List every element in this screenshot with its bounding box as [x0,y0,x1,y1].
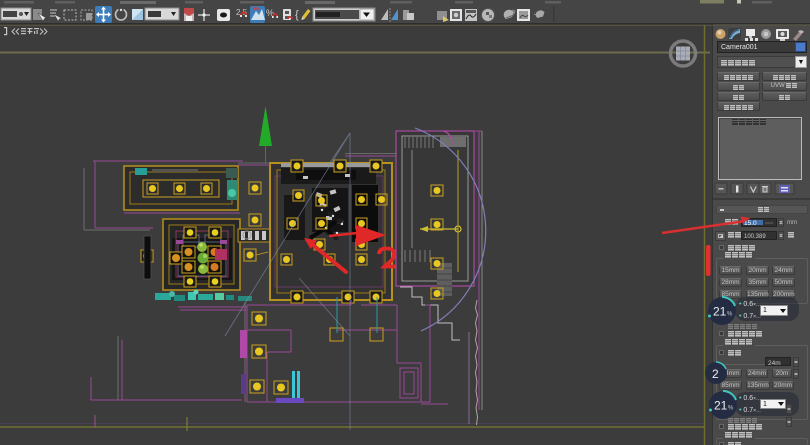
svg-text:21: 21 [713,305,727,319]
svg-text:%: % [727,312,733,318]
svg-text:2: 2 [712,367,719,381]
svg-text:21: 21 [714,399,728,413]
svg-text:%: % [728,406,734,412]
